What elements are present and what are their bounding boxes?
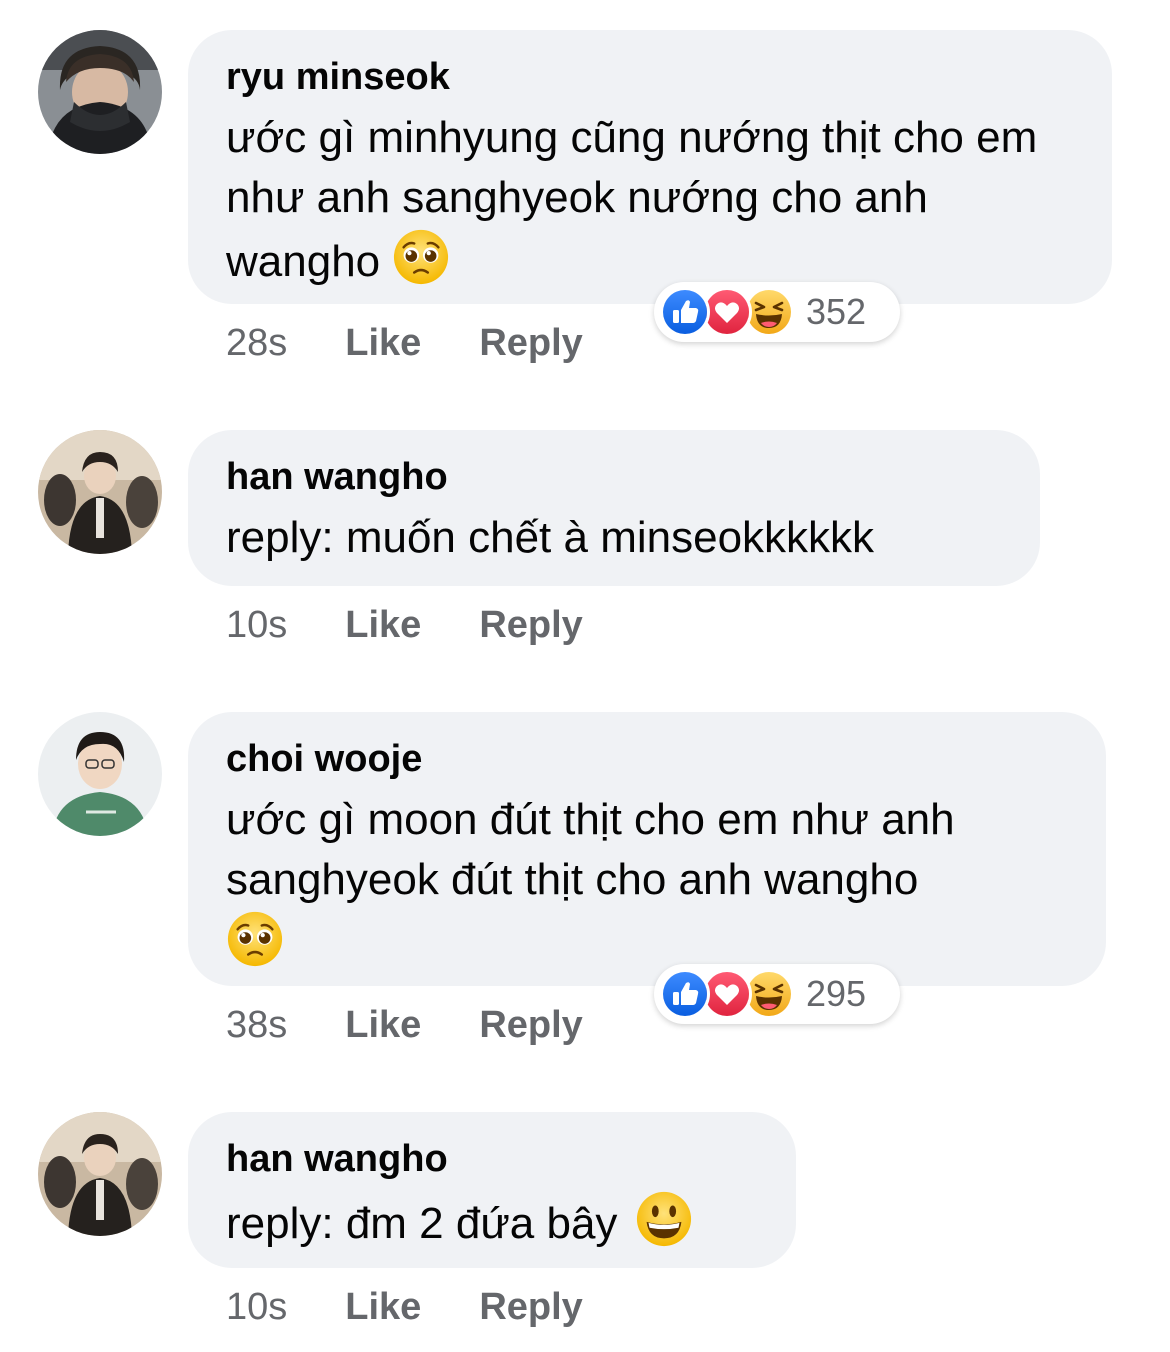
comment-text-content: ước gì moon đút thịt cho em như anh sang… xyxy=(226,795,955,904)
avatar[interactable] xyxy=(38,1112,162,1236)
comment-text-content: ước gì minhyung cũng nướng thịt cho em n… xyxy=(226,113,1038,286)
reply-button[interactable]: Reply xyxy=(479,320,582,366)
comment-actions: 10s Like Reply xyxy=(226,602,583,648)
comment-bubble: choi wooje ước gì moon đút thịt cho em n… xyxy=(188,712,1106,986)
like-button[interactable]: Like xyxy=(345,1284,421,1330)
comment-text-content: reply: đm 2 đứa bây xyxy=(226,1199,618,1248)
like-button[interactable]: Like xyxy=(345,320,421,366)
comment-author[interactable]: ryu minseok xyxy=(226,54,1074,100)
comment-text: reply: đm 2 đứa bây xyxy=(226,1190,758,1254)
comment-text: ước gì moon đút thịt cho em như anh sang… xyxy=(226,790,1068,974)
pleading-face-icon xyxy=(392,228,450,286)
avatar[interactable] xyxy=(38,430,162,554)
comment-actions: 38s Like Reply xyxy=(226,1002,583,1048)
comment-text: reply: muốn chết à minseokkkkkk xyxy=(226,513,875,562)
reaction-count: 295 xyxy=(806,973,867,1014)
comment-timestamp[interactable]: 10s xyxy=(226,602,287,648)
comment-author[interactable]: han wangho xyxy=(226,1136,758,1182)
comment-bubble: han wangho reply: muốn chết à minseokkkk… xyxy=(188,430,1040,586)
reaction-count: 352 xyxy=(806,291,867,332)
avatar[interactable] xyxy=(38,712,162,836)
reply-button[interactable]: Reply xyxy=(479,1002,582,1048)
comment-bubble: han wangho reply: đm 2 đứa bây xyxy=(188,1112,796,1268)
pleading-face-icon xyxy=(226,910,284,968)
reaction-summary[interactable]: 352 xyxy=(654,282,900,342)
reaction-summary[interactable]: 295 xyxy=(654,964,900,1024)
comment-bubble: ryu minseok ước gì minhyung cũng nướng t… xyxy=(188,30,1112,304)
grinning-face-icon xyxy=(635,1190,693,1248)
like-button[interactable]: Like xyxy=(345,602,421,648)
avatar[interactable] xyxy=(38,30,162,154)
comment-timestamp[interactable]: 28s xyxy=(226,320,287,366)
comment-actions: 10s Like Reply xyxy=(226,1284,583,1330)
reply-button[interactable]: Reply xyxy=(479,1284,582,1330)
like-icon xyxy=(660,287,710,337)
comment-author[interactable]: choi wooje xyxy=(226,736,1068,782)
comment-timestamp[interactable]: 10s xyxy=(226,1284,287,1330)
like-icon xyxy=(660,969,710,1019)
comment-text: ước gì minhyung cũng nướng thịt cho em n… xyxy=(226,108,1074,292)
reply-button[interactable]: Reply xyxy=(479,602,582,648)
comment-author[interactable]: han wangho xyxy=(226,454,1002,500)
comment-timestamp[interactable]: 38s xyxy=(226,1002,287,1048)
like-button[interactable]: Like xyxy=(345,1002,421,1048)
comment-actions: 28s Like Reply xyxy=(226,320,583,366)
